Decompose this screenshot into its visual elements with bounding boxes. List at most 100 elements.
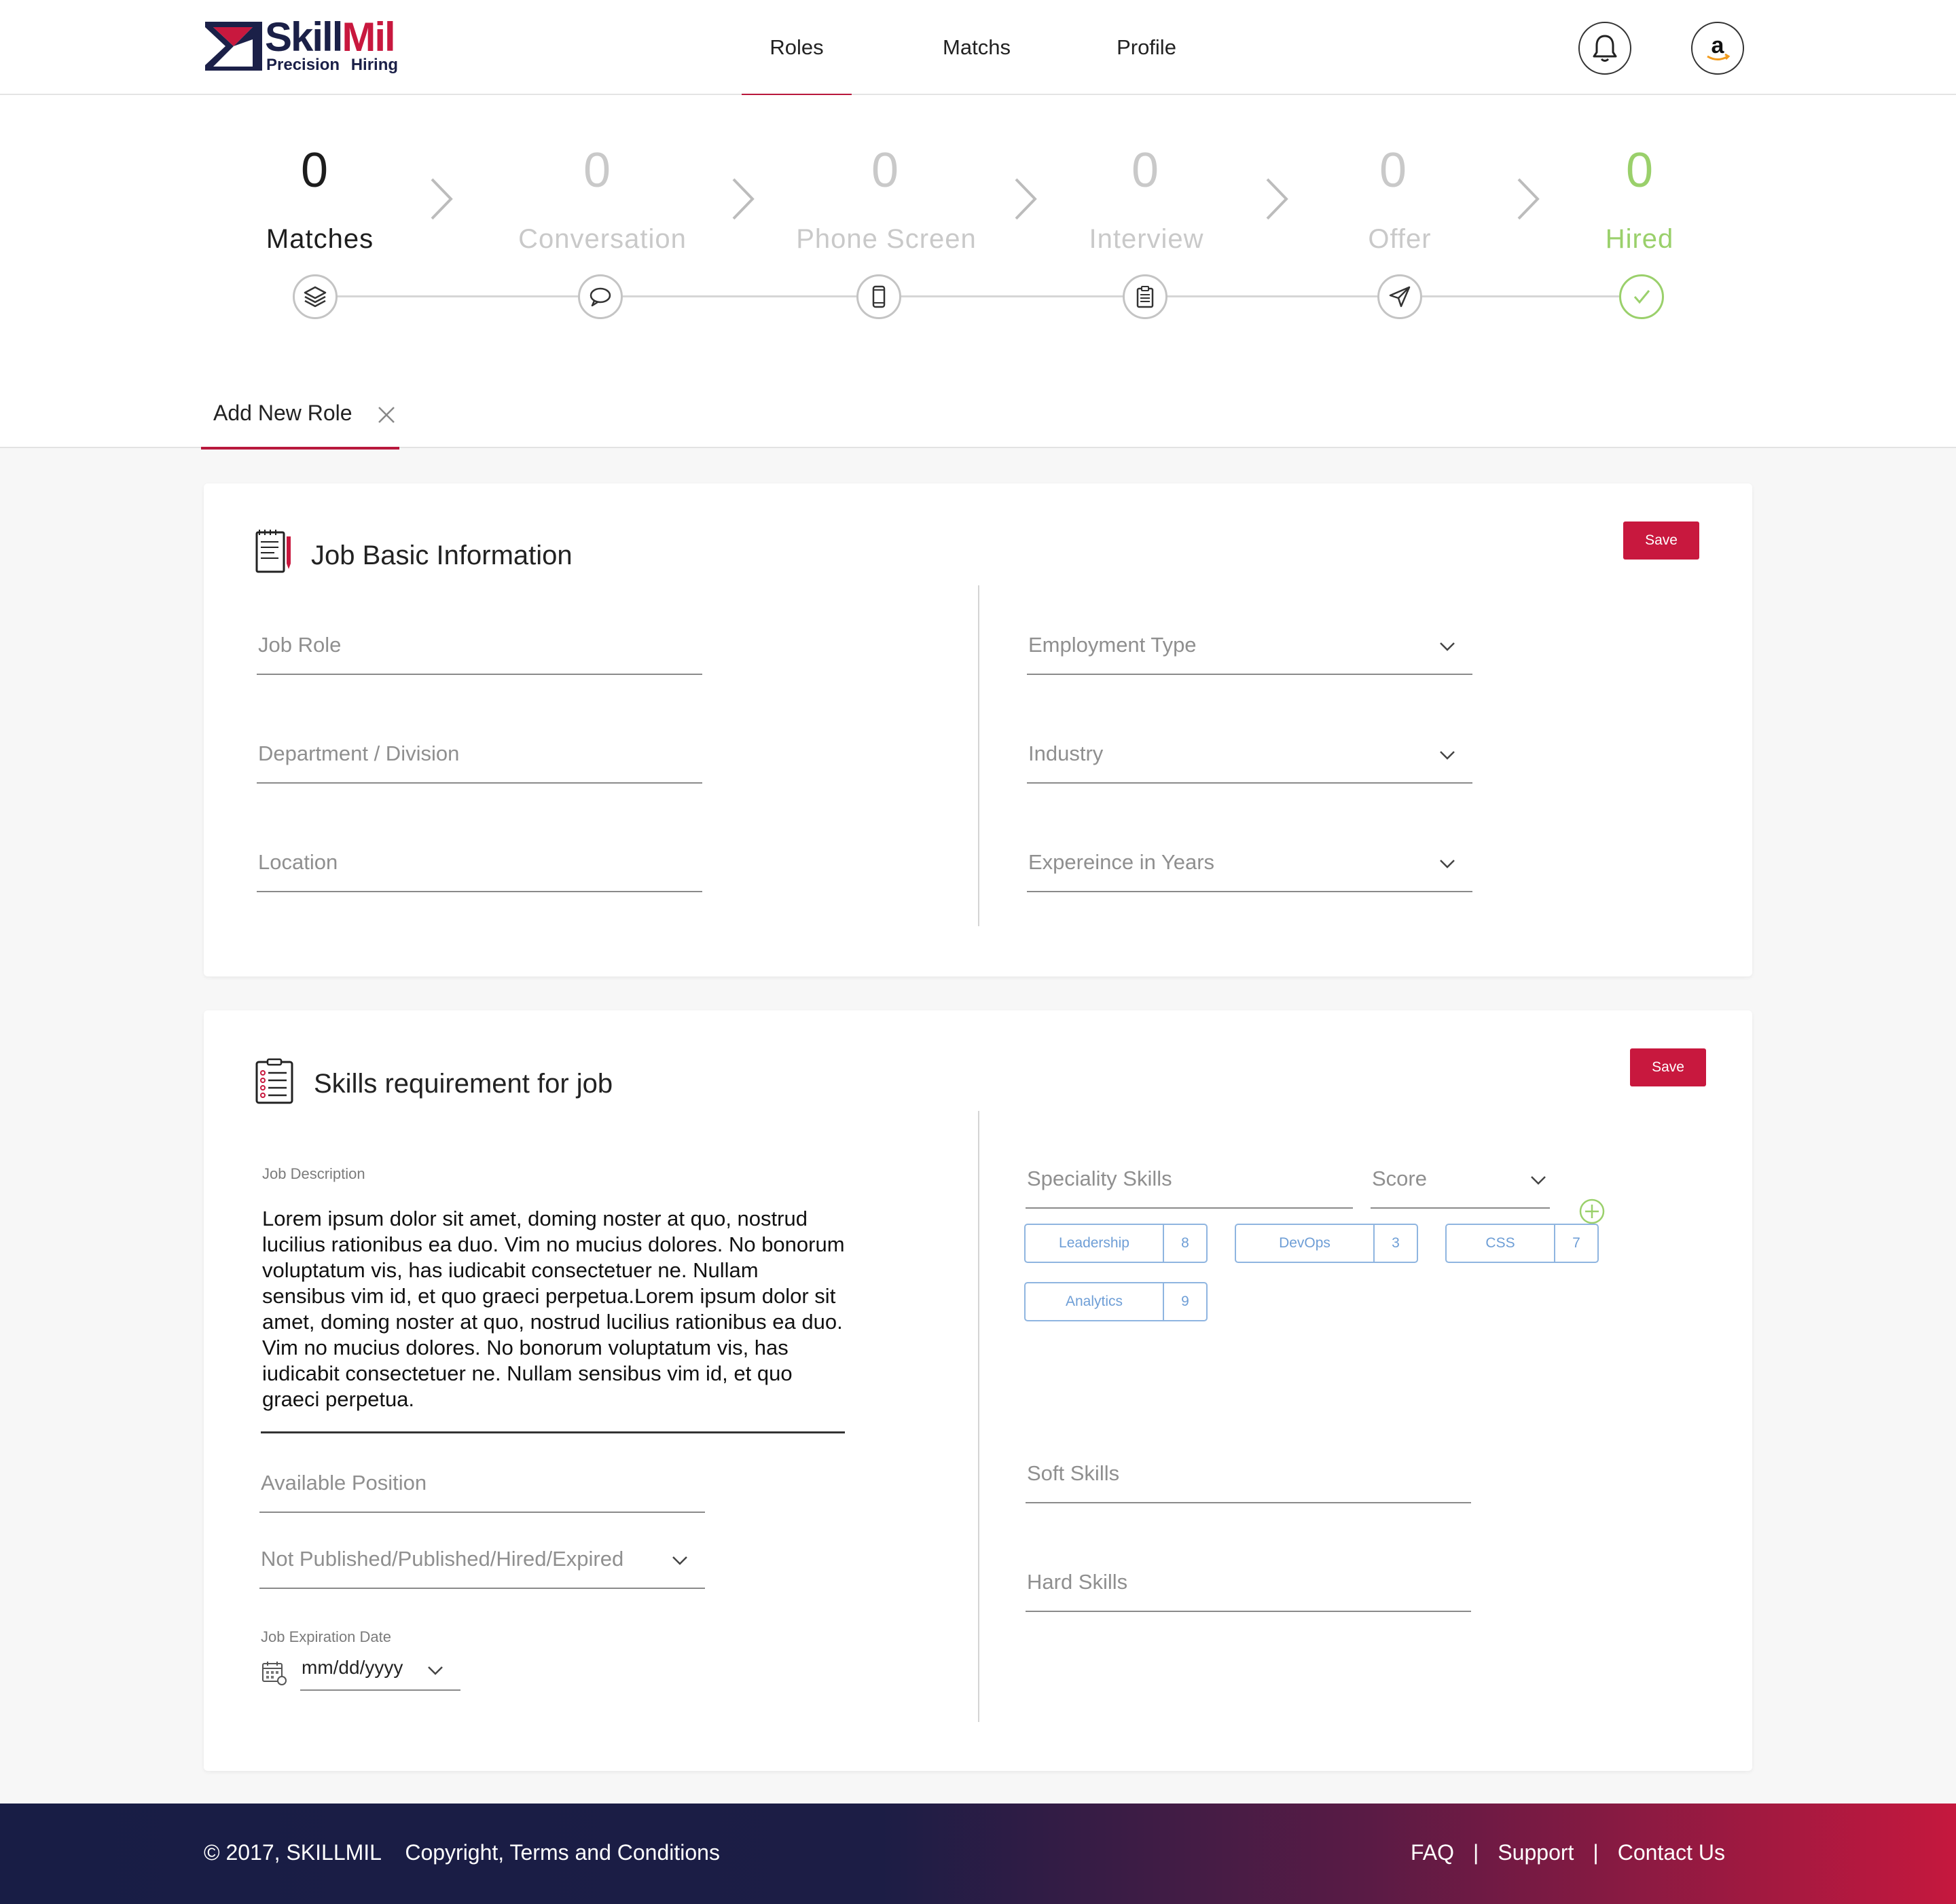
speciality-skills-input[interactable]: Speciality Skills: [1026, 1161, 1353, 1209]
chevron-right-icon: [1266, 178, 1288, 220]
employment-type-placeholder: Employment Type: [1028, 633, 1197, 657]
location-input[interactable]: Location: [257, 845, 702, 892]
stage-icon-interview[interactable]: [1123, 274, 1167, 319]
department-placeholder: Department / Division: [258, 742, 460, 765]
save-basic-info-button[interactable]: Save: [1623, 521, 1699, 560]
chevron-down-icon: [428, 1666, 443, 1675]
tab-add-new-role[interactable]: Add New Role: [201, 380, 399, 450]
skill-chip-score: 3: [1392, 1235, 1400, 1251]
footer-contact-link[interactable]: Contact Us: [1618, 1840, 1725, 1865]
brand-tagline: Precision Hiring: [266, 56, 399, 74]
publish-status-select[interactable]: Not Published/Published/Hired/Expired: [259, 1541, 705, 1589]
stage-label-conversation[interactable]: Conversation: [487, 224, 718, 255]
skill-chip[interactable]: CSS 7: [1445, 1224, 1599, 1263]
skill-chip-name: CSS: [1447, 1225, 1555, 1262]
footer-support-link[interactable]: Support: [1498, 1840, 1574, 1865]
phone-icon: [872, 285, 886, 308]
skill-chip[interactable]: Analytics 9: [1024, 1282, 1208, 1321]
expiration-date-input[interactable]: mm/dd/yyyy: [300, 1649, 460, 1691]
clipboard-icon: [1136, 286, 1154, 308]
notifications-button[interactable]: [1578, 22, 1631, 75]
nav-roles[interactable]: Roles: [742, 0, 852, 96]
role-tabs: Add New Role: [0, 380, 1956, 450]
save-skills-button[interactable]: Save: [1630, 1048, 1706, 1086]
available-position-placeholder: Available Position: [261, 1471, 427, 1495]
industry-placeholder: Industry: [1028, 742, 1104, 765]
score-select[interactable]: Score: [1371, 1161, 1550, 1209]
job-role-placeholder: Job Role: [258, 633, 342, 657]
footer-separator: |: [1473, 1840, 1479, 1865]
job-role-input[interactable]: Job Role: [257, 627, 702, 675]
chevron-right-icon: [1517, 178, 1540, 220]
job-description-underline: [261, 1431, 845, 1433]
job-description-textarea[interactable]: Lorem ipsum dolor sit amet, doming noste…: [262, 1206, 846, 1412]
skill-chip-name: Leadership: [1026, 1225, 1164, 1262]
chevron-down-icon: [1440, 860, 1455, 868]
skill-chip-score: 9: [1181, 1294, 1189, 1309]
stage-count-matches: 0: [300, 143, 329, 198]
account-avatar[interactable]: a: [1691, 22, 1744, 75]
stage-icon-phone-screen[interactable]: [856, 274, 901, 319]
skillmil-logo[interactable]: SkillMil Precision Hiring: [204, 14, 408, 79]
publish-status-placeholder: Not Published/Published/Hired/Expired: [261, 1547, 624, 1571]
stage-label-matches[interactable]: Matches: [204, 224, 435, 255]
skill-chip-score: 8: [1181, 1235, 1189, 1251]
industry-select[interactable]: Industry: [1027, 736, 1472, 784]
stage-icon-matches[interactable]: [293, 274, 338, 319]
soft-skills-input[interactable]: Soft Skills: [1026, 1456, 1471, 1503]
send-icon: [1389, 286, 1411, 308]
footer-faq-link[interactable]: FAQ: [1411, 1840, 1454, 1865]
skills-requirement-title: Skills requirement for job: [314, 1069, 613, 1099]
pipeline-track: [315, 295, 1642, 297]
footer-links: FAQ | Support | Contact Us: [1411, 1840, 1725, 1865]
stage-icon-offer[interactable]: [1377, 274, 1422, 319]
skill-chip-score: 7: [1572, 1235, 1580, 1251]
close-icon[interactable]: [376, 405, 397, 425]
speciality-skills-placeholder: Speciality Skills: [1027, 1167, 1172, 1190]
job-basic-info-card: Job Basic Information Save Job Role Depa…: [204, 483, 1752, 976]
skill-chip-name: DevOps: [1236, 1225, 1375, 1262]
nav-matchs[interactable]: Matchs: [930, 0, 1023, 95]
stage-count-interview: 0: [1131, 143, 1159, 198]
soft-skills-placeholder: Soft Skills: [1027, 1461, 1120, 1485]
stage-label-interview[interactable]: Interview: [1031, 224, 1262, 255]
chat-icon: [590, 287, 611, 307]
tab-add-new-role-label: Add New Role: [213, 401, 352, 425]
stage-label-hired[interactable]: Hired: [1524, 224, 1755, 255]
available-position-input[interactable]: Available Position: [259, 1465, 705, 1513]
document-edit-icon: [255, 530, 291, 573]
skill-chip[interactable]: Leadership 8: [1024, 1224, 1208, 1263]
chevron-right-icon: [431, 178, 453, 220]
chevron-down-icon: [672, 1556, 687, 1565]
add-skill-plus-icon[interactable]: [1578, 1198, 1606, 1225]
stage-icon-hired[interactable]: [1619, 274, 1664, 319]
bell-icon: [1593, 35, 1617, 62]
expiration-date-value: mm/dd/yyyy: [302, 1657, 403, 1678]
score-placeholder: Score: [1372, 1167, 1427, 1190]
nav-profile[interactable]: Profile: [1100, 0, 1193, 95]
check-icon: [1633, 290, 1650, 304]
experience-select[interactable]: Expereince in Years: [1027, 845, 1472, 892]
amazon-logo-icon: a: [1707, 33, 1731, 60]
hard-skills-input[interactable]: Hard Skills: [1026, 1564, 1471, 1612]
stage-label-offer[interactable]: Offer: [1284, 224, 1515, 255]
job-basic-info-title: Job Basic Information: [311, 541, 573, 570]
footer-copyright[interactable]: © 2017, SKILLMIL Copyright, Terms and Co…: [204, 1840, 720, 1865]
employment-type-select[interactable]: Employment Type: [1027, 627, 1472, 675]
department-input[interactable]: Department / Division: [257, 736, 702, 784]
calendar-icon[interactable]: [261, 1660, 287, 1685]
stage-count-conversation: 0: [583, 143, 611, 198]
skills-requirement-card: Skills requirement for job Save Job Desc…: [204, 1010, 1752, 1771]
top-header: SkillMil Precision Hiring Roles Matchs P…: [0, 0, 1956, 96]
hard-skills-placeholder: Hard Skills: [1027, 1570, 1128, 1594]
skillmil-logo-mark: [205, 22, 262, 71]
stage-label-phone-screen[interactable]: Phone Screen: [771, 224, 1002, 255]
chevron-down-icon: [1440, 751, 1455, 760]
chevron-down-icon: [1531, 1176, 1546, 1185]
footer: © 2017, SKILLMIL Copyright, Terms and Co…: [0, 1804, 1956, 1904]
column-divider: [978, 585, 979, 926]
skill-chip[interactable]: DevOps 3: [1235, 1224, 1418, 1263]
stage-icon-conversation[interactable]: [578, 274, 623, 319]
job-description-label: Job Description: [262, 1165, 365, 1182]
experience-placeholder: Expereince in Years: [1028, 850, 1215, 874]
